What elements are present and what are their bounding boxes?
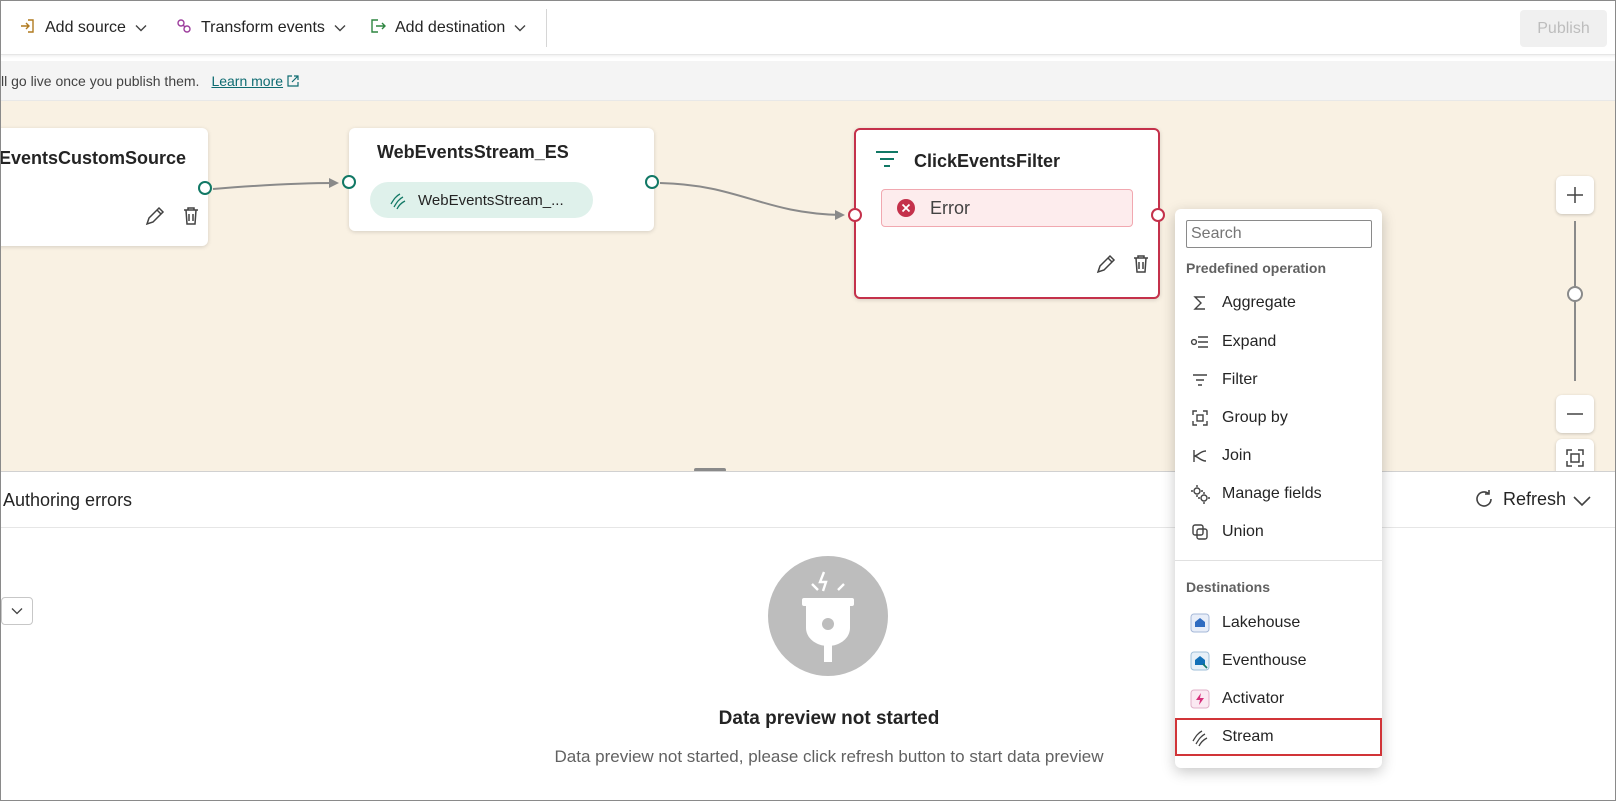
external-link-icon [287,74,299,87]
stream-icon [390,193,406,210]
stream-pill-label: WebEventsStream_... [418,191,564,209]
menu-divider [1175,560,1382,561]
edit-icon[interactable] [143,204,167,228]
refresh-label: Refresh [1503,488,1567,509]
menu-item-label: Aggregate [1222,294,1296,311]
menu-item-label: Group by [1222,409,1288,426]
error-icon [897,199,915,217]
fit-to-screen-button[interactable] [1556,439,1594,471]
predefined-operation-header: Predefined operation [1186,260,1327,276]
filter-output-port[interactable] [1151,208,1165,222]
menu-item-aggregate[interactable]: Aggregate [1176,285,1381,321]
add-source-label: Add source [45,19,126,36]
transform-events-icon [175,17,193,40]
add-destination-button[interactable]: Add destination [369,11,527,45]
plug-icon [802,571,854,662]
menu-item-lakehouse[interactable]: Lakehouse [1176,605,1381,641]
zoom-out-button[interactable] [1556,395,1594,433]
menu-item-filter[interactable]: Filter [1176,362,1381,398]
filter-input-port[interactable] [848,208,862,222]
add-operation-menu: Predefined operation Aggregate Expand Fi… [1175,209,1382,768]
eventhouse-icon [1190,651,1210,671]
app-window: Add source Transform events Add destinat… [0,0,1616,801]
menu-item-label: Filter [1222,371,1258,388]
stream-output-port[interactable] [645,175,659,189]
panel-dropdown[interactable] [1,597,33,625]
chevron-down-icon[interactable] [1571,492,1593,510]
chevron-down-icon [334,25,346,32]
stream-node-title: WebEventsStream_ES [377,142,569,162]
transform-events-label: Transform events [201,19,325,36]
source-node-title: EventsCustomSource [1,148,187,168]
authoring-errors-tab[interactable]: Authoring errors [3,490,132,511]
error-status-box: Error [881,189,1133,227]
menu-item-group-by[interactable]: Group by [1176,400,1381,436]
filter-icon [1190,370,1210,390]
activator-icon [1190,689,1210,709]
stream-input-port[interactable] [342,175,356,189]
source-node[interactable]: EventsCustomSource [1,128,208,246]
info-message: ll go live once you publish them. [1,72,200,89]
delete-icon[interactable] [1129,252,1153,276]
refresh-icon [1476,490,1492,507]
chevron-down-icon [11,608,23,615]
menu-item-label: Activator [1222,690,1285,707]
menu-item-activator[interactable]: Activator [1176,681,1381,717]
lakehouse-icon [1190,613,1210,633]
add-destination-label: Add destination [395,19,506,36]
menu-item-eventhouse[interactable]: Eventhouse [1176,643,1381,679]
menu-item-label: Manage fields [1222,485,1322,502]
union-icon [1190,522,1210,542]
filter-node-title: ClickEventsFilter [914,151,1061,171]
expand-icon [1190,332,1210,352]
add-destination-icon [369,17,387,40]
sigma-icon [1190,293,1210,313]
chevron-down-icon [514,25,526,32]
error-status-label: Error [930,197,970,218]
stream-node[interactable]: WebEventsStream_ES WebEventsStream_... [349,128,654,231]
learn-more-label: Learn more [211,72,284,89]
menu-item-stream[interactable]: Stream [1175,718,1382,756]
stream-icon [1190,727,1210,747]
fit-screen-icon [1566,449,1584,467]
chevron-down-icon [135,25,147,32]
menu-item-label: Union [1222,523,1264,540]
menu-item-expand[interactable]: Expand [1176,324,1381,360]
toolbar: Add source Transform events Add destinat… [1,1,1615,55]
stream-pill: WebEventsStream_... [370,182,593,218]
menu-search-input[interactable] [1186,220,1372,248]
join-icon [1190,446,1210,466]
filter-node[interactable]: ClickEventsFilter Error [854,128,1160,299]
plus-icon [1567,187,1583,203]
add-source-icon [19,17,37,40]
source-output-port[interactable] [198,181,212,195]
menu-item-label: Join [1222,447,1252,464]
menu-item-join[interactable]: Join [1176,438,1381,474]
add-source-button[interactable]: Add source [19,11,148,45]
menu-item-label: Stream [1222,728,1274,745]
delete-icon[interactable] [179,204,203,228]
info-bar: ll go live once you publish them. Learn … [1,61,1615,101]
group-by-icon [1190,408,1210,428]
plug-illustration [768,556,888,676]
refresh-button[interactable]: Refresh [1473,488,1566,510]
menu-item-label: Lakehouse [1222,614,1301,631]
zoom-in-button[interactable] [1556,176,1594,214]
menu-item-manage-fields[interactable]: Manage fields [1176,476,1381,512]
edit-icon[interactable] [1094,252,1118,276]
transform-events-button[interactable]: Transform events [175,11,347,45]
menu-item-label: Expand [1222,333,1277,350]
toolbar-divider [546,9,547,47]
menu-item-union[interactable]: Union [1176,514,1381,550]
filter-icon [874,148,900,177]
learn-more-link[interactable]: Learn more [211,73,300,89]
destinations-header: Destinations [1186,579,1271,595]
gears-icon [1190,484,1210,504]
menu-item-label: Eventhouse [1222,652,1307,669]
minus-icon [1567,413,1583,415]
zoom-slider-thumb[interactable] [1567,286,1583,302]
publish-button[interactable]: Publish [1520,10,1607,47]
